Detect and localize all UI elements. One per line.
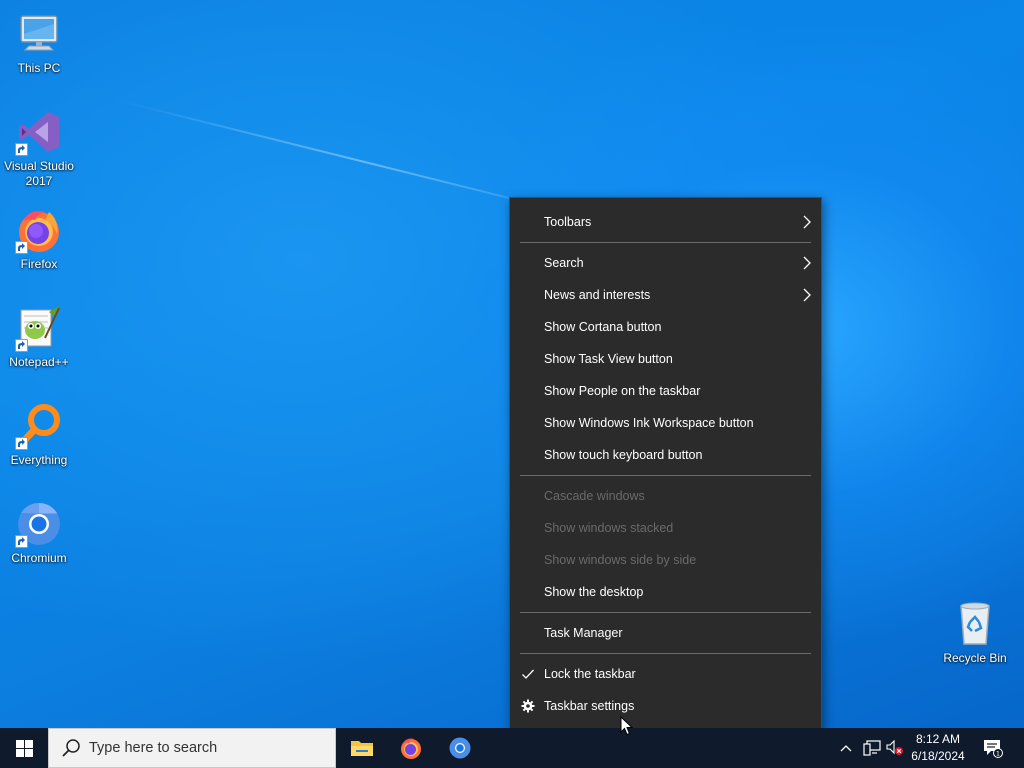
start-button[interactable] (0, 728, 48, 768)
chromium-icon (15, 500, 63, 548)
shortcut-arrow-icon (15, 143, 28, 156)
notification-count: 1 (996, 750, 1000, 758)
menu-item-show-people[interactable]: Show People on the taskbar (510, 375, 821, 407)
gear-icon (521, 699, 535, 713)
desktop-icon-label: Visual Studio 2017 (4, 159, 74, 188)
taskbar-clock[interactable]: 8:12 AM 6/18/2024 (900, 731, 976, 765)
menu-item-show-the-desktop[interactable]: Show the desktop (510, 576, 821, 608)
search-icon (62, 739, 80, 757)
desktop-icon-label: Chromium (11, 551, 67, 565)
windows-logo-icon (15, 739, 33, 757)
taskbar-chromium[interactable] (436, 728, 484, 768)
menu-item-search[interactable]: Search (510, 247, 821, 279)
desktop-icon-label: Notepad++ (9, 355, 69, 369)
menu-item-show-windows-stacked: Show windows stacked (544, 521, 674, 535)
clock-time: 8:12 AM (915, 732, 961, 746)
taskbar[interactable]: Type here to search 8:12 AM 6/18/2024 1 (0, 728, 1024, 768)
chevron-right-icon (803, 288, 811, 302)
menu-item-show-windows-side-by-side: Show windows side by side (544, 553, 697, 567)
taskbar-search-box[interactable]: Type here to search (48, 728, 336, 768)
chevron-right-icon (803, 215, 811, 229)
shortcut-arrow-icon (15, 241, 28, 254)
desktop-icon-notepadpp[interactable]: Notepad++ (0, 304, 78, 370)
menu-separator (520, 653, 811, 654)
desktop-icon-visual-studio[interactable]: Visual Studio 2017 (0, 108, 78, 189)
menu-item-taskbar-settings[interactable]: Taskbar settings (510, 690, 821, 722)
action-center-button[interactable]: 1 (978, 728, 1008, 768)
shortcut-arrow-icon (15, 535, 28, 548)
chevron-up-icon (840, 745, 852, 752)
menu-separator (520, 612, 811, 613)
mouse-cursor-icon (620, 716, 634, 736)
checkmark-icon (522, 669, 534, 679)
network-icon (863, 740, 881, 756)
menu-item-news-and-interests[interactable]: News and interests (510, 279, 821, 311)
firefox-icon (401, 738, 421, 759)
desktop-icon-firefox[interactable]: Firefox (0, 206, 78, 272)
file-explorer-icon (351, 741, 373, 756)
desktop-icon-label: Everything (10, 453, 68, 467)
clock-date: 6/18/2024 (911, 749, 965, 763)
menu-item-cascade-windows: Cascade windows (544, 489, 645, 503)
desktop-icon-recycle-bin[interactable]: Recycle Bin (936, 600, 1014, 666)
chromium-icon (449, 737, 471, 759)
desktop-icon-this-pc[interactable]: This PC (0, 10, 78, 76)
taskbar-context-menu: Toolbars Search News and interests Show … (509, 197, 822, 731)
shortcut-arrow-icon (15, 339, 28, 352)
desktop-icon-chromium[interactable]: Chromium (0, 500, 78, 566)
menu-separator (520, 242, 811, 243)
desktop-icon-label: This PC (17, 61, 61, 75)
notification-icon: 1 (984, 740, 1003, 758)
desktop-icon-everything[interactable]: Everything (0, 402, 78, 468)
visual-studio-icon (15, 108, 63, 156)
chevron-right-icon (803, 256, 811, 270)
shortcut-arrow-icon (15, 437, 28, 450)
network-tray-button[interactable] (860, 728, 884, 768)
menu-item-lock-the-taskbar[interactable]: Lock the taskbar (510, 658, 821, 690)
taskbar-firefox[interactable] (387, 728, 435, 768)
menu-item-show-ink-workspace[interactable]: Show Windows Ink Workspace button (510, 407, 821, 439)
taskbar-file-explorer[interactable] (338, 728, 386, 768)
desktop-icon-label: Firefox (20, 257, 58, 271)
monitor-icon (15, 10, 63, 58)
menu-item-show-cortana-button[interactable]: Show Cortana button (510, 311, 821, 343)
menu-item-toolbars[interactable]: Toolbars (510, 206, 821, 238)
everything-search-icon (15, 402, 63, 450)
menu-separator (520, 475, 811, 476)
show-hidden-icons-button[interactable] (836, 728, 856, 768)
menu-item-show-touch-keyboard[interactable]: Show touch keyboard button (510, 439, 821, 471)
recycle-bin-icon (951, 600, 999, 648)
notepadpp-icon (15, 304, 63, 352)
menu-item-show-task-view-button[interactable]: Show Task View button (510, 343, 821, 375)
menu-item-task-manager[interactable]: Task Manager (510, 617, 821, 649)
firefox-icon (15, 206, 63, 254)
search-placeholder: Type here to search (89, 740, 218, 756)
desktop-icon-label: Recycle Bin (943, 651, 1007, 665)
